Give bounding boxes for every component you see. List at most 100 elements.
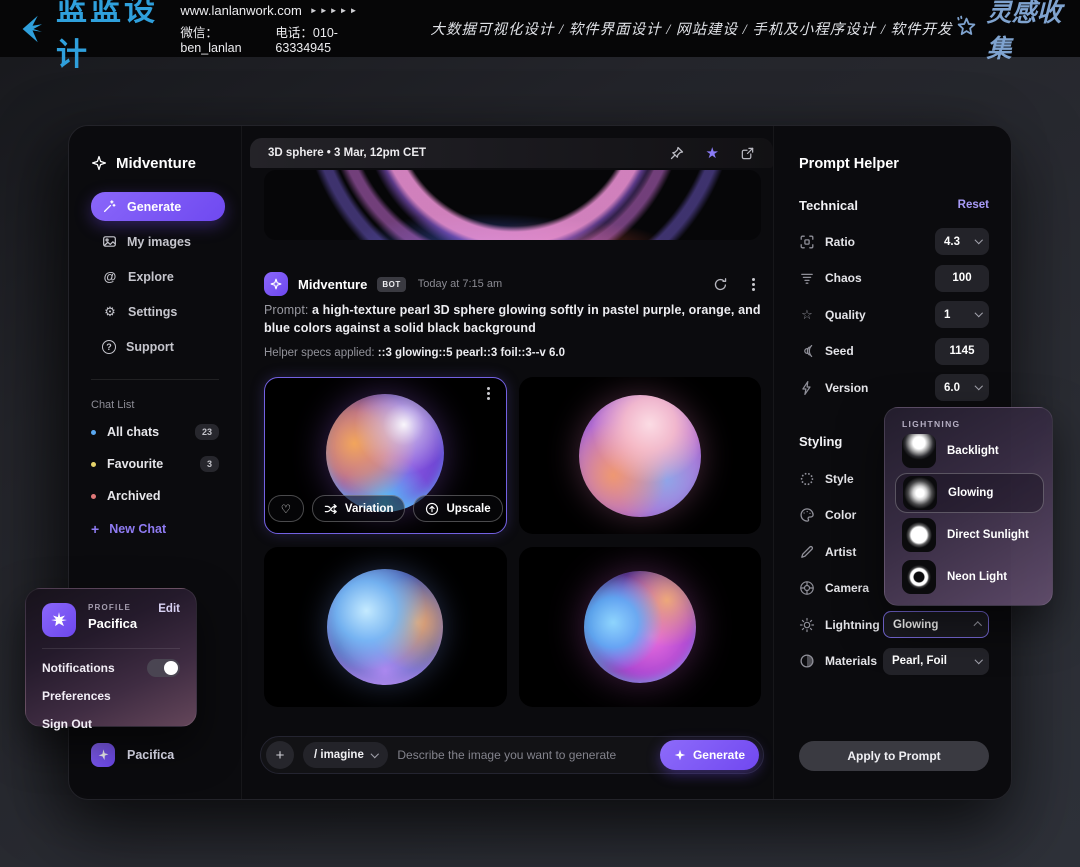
palette-icon bbox=[799, 507, 815, 523]
seed-shell-icon bbox=[799, 343, 815, 359]
message-timestamp: Today at 7:15 am bbox=[418, 278, 502, 290]
profile-name: Pacifica bbox=[88, 616, 137, 631]
version-select[interactable]: 6.0 bbox=[935, 374, 989, 401]
variation-button[interactable]: Variation bbox=[312, 495, 406, 522]
sphere-art bbox=[584, 571, 696, 683]
chat-filter-all[interactable]: All chats 23 bbox=[91, 425, 225, 439]
panel-title: Prompt Helper bbox=[799, 156, 989, 173]
lightning-option-backlight[interactable]: Backlight bbox=[895, 431, 1044, 471]
divider bbox=[42, 648, 180, 649]
version-row: Version 6.0 bbox=[799, 374, 989, 401]
preferences-label: Preferences bbox=[42, 689, 111, 703]
edit-profile-link[interactable]: Edit bbox=[158, 603, 180, 615]
chat-list: All chats 23 Favourite 3 Archived bbox=[91, 425, 225, 503]
apply-to-prompt-button[interactable]: Apply to Prompt bbox=[799, 741, 989, 771]
glowing-thumb-icon bbox=[903, 476, 937, 510]
attach-button[interactable]: + bbox=[266, 741, 294, 769]
services-list: 大数据可视化设计 / 软件界面设计 / 网站建设 / 手机及小程序设计 / 软件… bbox=[430, 18, 952, 39]
generated-image-4[interactable] bbox=[519, 547, 762, 707]
notifications-label: Notifications bbox=[42, 661, 115, 675]
user-footer[interactable]: Pacifica bbox=[91, 743, 225, 767]
specs-label: Helper specs applied: bbox=[264, 347, 375, 359]
ratio-crop-icon bbox=[799, 234, 815, 250]
generated-image-1[interactable]: ♡ Variation bbox=[264, 377, 507, 534]
chevron-down-icon bbox=[974, 656, 982, 664]
reset-link[interactable]: Reset bbox=[958, 199, 989, 211]
neon-light-thumb-icon bbox=[902, 560, 936, 594]
lightning-option-neon-light[interactable]: Neon Light bbox=[895, 557, 1044, 597]
message-actions bbox=[713, 277, 761, 292]
notifications-toggle[interactable] bbox=[147, 659, 180, 677]
upscale-button[interactable]: Upscale bbox=[413, 495, 502, 522]
row-label: Quality bbox=[825, 308, 866, 322]
bot-badge: BOT bbox=[377, 277, 405, 292]
glow-arcs-art bbox=[264, 170, 761, 240]
kebab-menu-icon[interactable] bbox=[752, 283, 755, 286]
popup-title: LIGHTNING bbox=[902, 419, 1044, 429]
app-title: Midventure bbox=[91, 153, 225, 173]
quality-select[interactable]: 1 bbox=[935, 301, 989, 328]
pin-icon[interactable] bbox=[669, 145, 685, 161]
refresh-icon[interactable] bbox=[713, 277, 728, 292]
option-label: Glowing bbox=[948, 487, 993, 499]
sidebar-item-explore[interactable]: @ Explore bbox=[91, 262, 225, 291]
chat-filter-favourite[interactable]: Favourite 3 bbox=[91, 457, 225, 471]
sidebar-item-generate[interactable]: Generate bbox=[91, 192, 225, 221]
chevron-up-icon bbox=[973, 622, 981, 630]
lightning-select[interactable]: Glowing bbox=[883, 611, 989, 638]
inspiration-collection[interactable]: 灵感收集 bbox=[953, 0, 1064, 65]
ratio-select[interactable]: 4.3 bbox=[935, 228, 989, 255]
preferences-item[interactable]: Preferences bbox=[42, 687, 180, 705]
screen: 蓝蓝设计 www.lanlanwork.com ►►►►► 微信：ben_lan… bbox=[0, 0, 1080, 867]
generate-button[interactable]: Generate bbox=[660, 740, 759, 770]
chevron-down-icon bbox=[974, 382, 982, 390]
sidebar-item-support[interactable]: ? Support bbox=[91, 332, 225, 361]
row-label: Seed bbox=[825, 344, 854, 358]
chat-filter-archived[interactable]: Archived bbox=[91, 489, 225, 503]
sun-icon bbox=[799, 617, 815, 633]
command-label: / imagine bbox=[314, 749, 364, 761]
previous-generation-image[interactable] bbox=[264, 170, 761, 240]
site-logo[interactable]: 蓝蓝设计 bbox=[16, 0, 162, 74]
aperture-icon bbox=[799, 580, 815, 596]
like-button[interactable]: ♡ bbox=[268, 495, 304, 522]
generated-image-2[interactable] bbox=[519, 377, 762, 534]
chevron-down-icon bbox=[974, 236, 982, 244]
profile-eyebrow: PROFILE bbox=[88, 603, 137, 612]
lightning-option-glowing[interactable]: Glowing bbox=[895, 473, 1044, 513]
sparkle-icon bbox=[91, 155, 107, 171]
seed-input[interactable]: 1145 bbox=[935, 338, 989, 365]
blue-dot-icon bbox=[91, 430, 96, 435]
share-icon[interactable] bbox=[740, 146, 755, 161]
chevron-down-icon bbox=[371, 750, 379, 758]
toggle-knob bbox=[164, 661, 178, 675]
materials-value: Pearl, Foil bbox=[892, 655, 947, 667]
prompt-input[interactable] bbox=[397, 748, 651, 762]
sidebar-item-settings[interactable]: ⚙ Settings bbox=[91, 297, 225, 326]
lightning-option-direct-sunlight[interactable]: Direct Sunlight bbox=[895, 515, 1044, 555]
generate-label: Generate bbox=[693, 748, 745, 762]
kebab-menu-icon[interactable] bbox=[487, 392, 490, 395]
lightning-popup: LIGHTNING Backlight Glowing Direct Sunli… bbox=[884, 407, 1053, 606]
sparkle-icon bbox=[97, 749, 110, 762]
app-window: Midventure Generate My images @ bbox=[68, 125, 1012, 800]
avatar bbox=[42, 603, 76, 637]
chat-header-actions: ★ bbox=[669, 145, 755, 161]
phone-label: 电话：010-63334945 bbox=[275, 22, 372, 55]
sidebar-item-label: Explore bbox=[128, 270, 174, 284]
site-url[interactable]: www.lanlanwork.com bbox=[180, 3, 301, 18]
new-chat-button[interactable]: + New Chat bbox=[91, 522, 225, 536]
chaos-value: 100 bbox=[952, 272, 971, 284]
chat-panel: 3D sphere • 3 Mar, 12pm CET ★ bbox=[241, 126, 774, 799]
sign-out-item[interactable]: Sign Out bbox=[42, 715, 180, 733]
sphere-art bbox=[326, 394, 444, 512]
chat-filter-label: All chats bbox=[107, 425, 159, 439]
chaos-input[interactable]: 100 bbox=[935, 265, 989, 292]
sidebar-item-my-images[interactable]: My images bbox=[91, 227, 225, 256]
heart-icon: ♡ bbox=[281, 502, 291, 516]
command-select[interactable]: / imagine bbox=[303, 742, 388, 768]
favorite-star-icon[interactable]: ★ bbox=[706, 146, 719, 161]
notifications-row: Notifications bbox=[42, 659, 180, 677]
generated-image-3[interactable] bbox=[264, 547, 507, 707]
materials-select[interactable]: Pearl, Foil bbox=[883, 648, 989, 675]
